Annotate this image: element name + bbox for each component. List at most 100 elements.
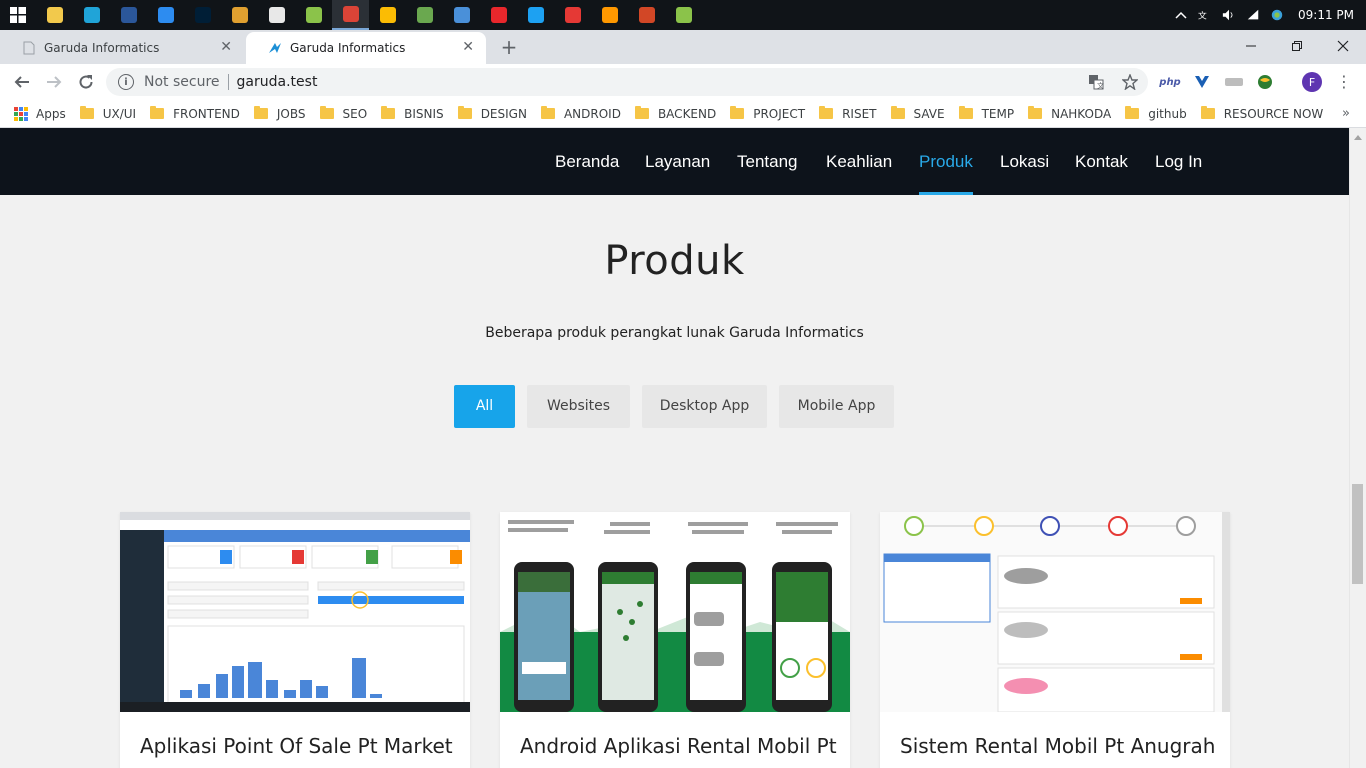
minimize-window-button[interactable] [1228,30,1274,62]
bookmark-folder[interactable]: JOBS [253,100,306,128]
folder-icon [819,106,834,119]
taskbar-app[interactable] [36,0,73,30]
taskbar-app[interactable] [665,0,702,30]
bookmark-folder[interactable]: PROJECT [730,100,805,128]
php-extension-icon[interactable]: php [1159,72,1180,92]
page-scrollbar[interactable] [1349,128,1366,768]
address-bar[interactable]: i Not secure garuda.test 文 [106,68,1148,96]
taskbar-app[interactable] [480,0,517,30]
taskbar-app[interactable] [295,0,332,30]
taskbar-app[interactable] [517,0,554,30]
globe-extension-icon[interactable] [1256,72,1274,92]
product-title[interactable]: Android Aplikasi Rental Mobil Pt [520,734,837,758]
restore-window-button[interactable] [1274,30,1320,62]
bookmark-star-icon[interactable] [1121,73,1139,94]
network-status-icon[interactable] [1270,8,1284,22]
browser-tab-active[interactable]: Garuda Informatics ✕ [246,32,486,64]
close-tab-icon[interactable]: ✕ [462,39,474,55]
bookmark-folder[interactable]: ANDROID [540,100,621,128]
bookmarks-overflow-icon[interactable]: » [1342,106,1350,121]
taskbar-app[interactable] [591,0,628,30]
taskbar-app[interactable] [110,0,147,30]
nav-link-login[interactable]: Log In [1155,128,1202,195]
product-card[interactable]: Sistem Rental Mobil Pt Anugrah [880,512,1230,768]
windows-logo-icon [10,7,26,23]
product-card[interactable]: Aplikasi Point Of Sale Pt Market [120,512,470,768]
new-tab-button[interactable]: + [498,36,520,58]
input-language-icon[interactable]: 文 [1198,8,1212,22]
back-button[interactable] [10,70,34,94]
nav-link-keahlian[interactable]: Keahlian [826,128,892,195]
url-text[interactable]: garuda.test [237,74,318,90]
bookmark-folder[interactable]: DESIGN [457,100,527,128]
bookmark-folder[interactable]: SAVE [890,100,945,128]
bookmark-folder[interactable]: BISNIS [381,100,444,128]
close-tab-icon[interactable]: ✕ [220,39,232,55]
nav-link-layanan[interactable]: Layanan [645,128,710,195]
scrollbar-thumb[interactable] [1352,484,1363,584]
translate-icon[interactable]: 文 [1088,74,1104,94]
security-label[interactable]: Not secure [144,74,220,90]
bookmark-label: ANDROID [563,106,621,121]
taskbar-app[interactable] [406,0,443,30]
taskbar-app[interactable] [443,0,480,30]
product-card[interactable]: Android Aplikasi Rental Mobil Pt [500,512,850,768]
vue-devtools-icon[interactable] [1194,72,1210,92]
gray-extension-icon[interactable] [1224,72,1244,92]
nav-link-kontak[interactable]: Kontak [1075,128,1128,195]
taskbar-app[interactable] [73,0,110,30]
taskbar-app[interactable] [369,0,406,30]
bookmark-label: BACKEND [657,106,717,121]
taskbar-app[interactable] [221,0,258,30]
filter-button-all[interactable]: All [454,385,515,428]
chrome-icon [342,6,359,22]
bookmark-folder[interactable]: FRONTEND [150,100,240,128]
bookmark-label: PROJECT [753,106,806,121]
filter-button-websites[interactable]: Websites [527,385,630,428]
taskbar-app[interactable] [554,0,591,30]
scroll-up-arrow-icon[interactable] [1354,135,1362,140]
minimize-icon [1246,45,1256,47]
omnibox-divider [227,74,229,90]
forward-button[interactable] [42,70,66,94]
nav-link-lokasi[interactable]: Lokasi [1000,128,1049,195]
bookmark-folder[interactable]: NAHKODA [1028,100,1111,128]
info-icon[interactable]: i [118,74,134,90]
obs-icon [268,7,285,23]
profile-avatar[interactable]: F [1302,72,1322,92]
nav-link-beranda[interactable]: Beranda [555,128,619,195]
garuda-logo-icon [269,43,281,53]
svg-text:文: 文 [1198,10,1207,22]
taskbar-app[interactable] [628,0,665,30]
wifi-icon[interactable] [1246,8,1260,22]
bookmark-folder[interactable]: UX/UI [79,100,136,128]
browser-tabstrip: Garuda Informatics ✕ Garuda Informatics … [0,30,1366,64]
product-title[interactable]: Sistem Rental Mobil Pt Anugrah [900,734,1215,758]
volume-icon[interactable] [1222,8,1236,22]
filter-button-desktop-app[interactable]: Desktop App [642,385,767,428]
chevron-up-icon[interactable] [1174,8,1188,22]
taskbar-clock[interactable]: 09:11 PM [1298,8,1354,22]
bookmark-folder[interactable]: RISET [819,100,877,128]
browser-menu-icon[interactable]: ⋮ [1336,72,1352,92]
close-window-button[interactable] [1320,30,1366,62]
taskbar-app[interactable] [147,0,184,30]
bookmark-folder[interactable]: BACKEND [634,100,717,128]
filter-button-mobile-app[interactable]: Mobile App [779,385,894,428]
bookmark-folder[interactable]: github [1125,100,1187,128]
taskbar-app[interactable] [258,0,295,30]
nav-link-produk[interactable]: Produk [919,128,973,195]
bookmark-folder[interactable]: RESOURCE NOW [1200,100,1323,128]
windows-start-button[interactable] [0,0,36,30]
product-title[interactable]: Aplikasi Point Of Sale Pt Market [140,734,453,758]
reload-button[interactable] [74,70,98,94]
nav-link-tentang[interactable]: Tentang [737,128,798,195]
bookmark-folder[interactable]: SEO [319,100,367,128]
app-blue-icon [157,7,174,23]
bookmark-apps[interactable]: Apps [14,100,66,128]
bookmark-folder[interactable]: TEMP [958,100,1014,128]
browser-tab[interactable]: Garuda Informatics ✕ [0,32,244,64]
product-thumbnail-pos [120,512,470,712]
taskbar-app[interactable] [332,0,369,30]
taskbar-app[interactable] [184,0,221,30]
